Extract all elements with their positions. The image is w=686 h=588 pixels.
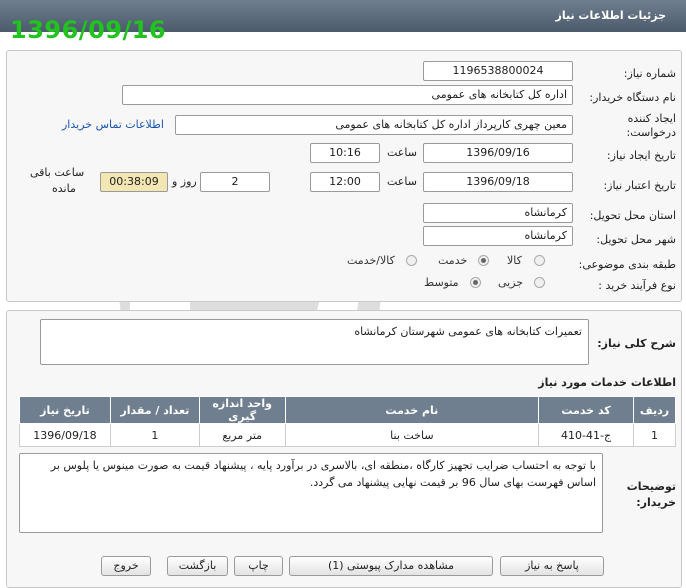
description-label: شرح کلی نیاز:: [597, 337, 676, 350]
cell-need-date: 1396/09/18: [19, 423, 111, 447]
remaining-days-label: روز و: [172, 175, 197, 188]
col-service-name: نام خدمت: [284, 396, 540, 424]
process-radio-medium[interactable]: [470, 277, 481, 288]
view-attachments-button[interactable]: مشاهده مدارک پیوستی (1): [289, 556, 493, 576]
col-quantity: تعداد / مقدار: [109, 396, 200, 424]
col-service-code: کد خدمت: [538, 396, 634, 424]
need-number-label: شماره نیاز:: [623, 67, 676, 80]
services-table: تاریخ نیاز تعداد / مقدار واحد اندازه گیر…: [19, 396, 677, 447]
buyer-notes-field: با توجه به احتساب ضرایب تجهیز کارگاه ،من…: [19, 453, 603, 533]
exit-button[interactable]: خروج: [101, 556, 151, 576]
reply-button[interactable]: پاسخ به نیاز: [500, 556, 604, 576]
print-button[interactable]: چاپ: [234, 556, 283, 576]
city-field: کرمانشاه: [423, 226, 573, 246]
requester-field: معین چهری کارپرداز اداره کل کتابخانه های…: [175, 115, 573, 135]
process-radio-minor[interactable]: [534, 277, 545, 288]
process-option-minor: جزیی: [498, 276, 524, 289]
deadline-date-field: 1396/09/18: [423, 172, 573, 192]
cell-quantity: 1: [109, 423, 200, 447]
deadline-label: تاریخ اعتبار نیاز:: [603, 179, 676, 192]
need-number-field: 1196538800024: [423, 61, 573, 81]
stamp-date: 1396/09/16: [10, 16, 167, 44]
category-option-service: خدمت: [438, 254, 468, 267]
cell-unit: متر مربع: [198, 423, 286, 447]
col-need-date: تاریخ نیاز: [19, 396, 111, 424]
province-field: کرمانشاه: [423, 203, 573, 223]
category-radio-goods[interactable]: [534, 255, 545, 266]
page-title: جزئیات اطلاعات نیاز: [555, 9, 667, 22]
created-date-label: تاریخ ایجاد نیاز:: [606, 149, 676, 162]
requester-label-line1: ایجاد کننده: [627, 112, 676, 125]
col-unit: واحد اندازه گیری: [198, 396, 286, 424]
requester-label-line2: درخواست:: [626, 126, 676, 139]
category-option-goods: کالا: [507, 254, 522, 267]
description-field: تعمیرات کتابخانه های عمومی شهرستان کرمان…: [40, 319, 589, 365]
remaining-time-field: 00:38:09: [100, 172, 168, 192]
buyer-notes-label-line1: توضیحات: [626, 480, 676, 493]
table-row: 1396/09/18 1 متر مربع ساخت بنا ج-41-410 …: [19, 423, 677, 447]
city-label: شهر محل تحویل:: [596, 233, 676, 246]
cell-service-code: ج-41-410: [538, 423, 634, 447]
cell-service-name: ساخت بنا: [284, 423, 540, 447]
back-button[interactable]: بازگشت: [167, 556, 228, 576]
created-time-label: ساعت: [387, 146, 417, 159]
created-date-field: 1396/09/16: [423, 143, 573, 163]
created-time-field: 10:16: [310, 143, 380, 163]
province-label: استان محل تحویل:: [589, 209, 676, 222]
cell-row-number: 1: [632, 423, 677, 447]
services-header-row: تاریخ نیاز تعداد / مقدار واحد اندازه گیر…: [19, 396, 677, 424]
deadline-time-field: 12:00: [310, 172, 380, 192]
category-option-goods-service: کالا/خدمت: [347, 254, 395, 267]
services-section-title: اطلاعات خدمات مورد نیاز: [538, 376, 676, 389]
remaining-days-field: 2: [200, 172, 270, 192]
buyer-org-field: اداره کل کتابخانه های عمومی: [122, 85, 573, 105]
process-label: نوع فرآیند خرید :: [598, 279, 676, 292]
buyer-org-label: نام دستگاه خریدار:: [589, 91, 676, 104]
col-row-number: ردیف: [632, 396, 677, 424]
remaining-time-label-line1: ساعت باقی: [30, 166, 85, 179]
deadline-time-label: ساعت: [387, 175, 417, 188]
remaining-time-label-line2: مانده: [52, 182, 76, 195]
category-radio-goods-service[interactable]: [406, 255, 417, 266]
category-label: طبقه بندی موضوعی:: [578, 258, 676, 271]
category-radio-service[interactable]: [478, 255, 489, 266]
process-option-medium: متوسط: [424, 276, 459, 289]
buyer-notes-label-line2: خریدار:: [636, 496, 676, 509]
buyer-contact-link[interactable]: اطلاعات تماس خریدار: [62, 118, 164, 131]
